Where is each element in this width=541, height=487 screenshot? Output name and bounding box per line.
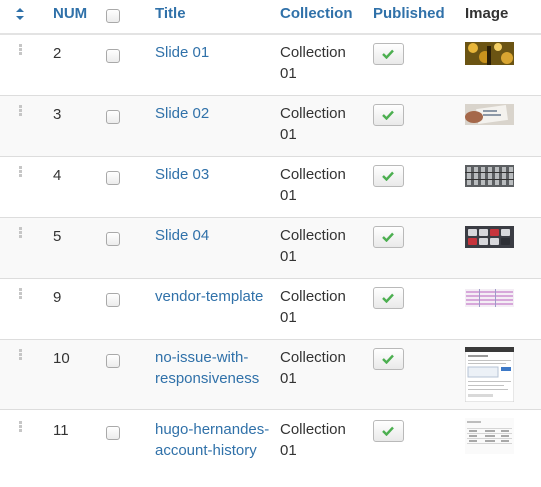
table-row: 4 Slide 03 Collection 01	[0, 157, 541, 218]
row-checkbox[interactable]	[106, 354, 120, 368]
row-title-link[interactable]: Slide 04	[155, 225, 270, 246]
row-num: 4	[53, 167, 62, 184]
row-checkbox[interactable]	[106, 110, 120, 124]
checkmark-icon	[382, 426, 394, 436]
row-checkbox[interactable]	[106, 232, 120, 246]
row-num: 9	[53, 289, 62, 306]
row-num: 3	[53, 106, 62, 123]
webpage-screenshot-thumbnail[interactable]	[465, 347, 514, 402]
row-checkbox[interactable]	[106, 426, 120, 440]
row-checkbox[interactable]	[106, 49, 120, 63]
checkmark-icon	[382, 171, 394, 181]
table-row: 2 Slide 01 Collection 01	[0, 35, 541, 96]
column-header-title[interactable]: Title	[155, 5, 186, 22]
row-checkbox[interactable]	[106, 171, 120, 185]
table-row: 11 hugo-hernandes-account-history Collec…	[0, 410, 541, 487]
checkmark-icon	[382, 354, 394, 364]
table-row: 10 no-issue-with-responsiveness Collecti…	[0, 340, 541, 410]
account-table-thumbnail[interactable]	[465, 418, 514, 454]
sort-icon[interactable]	[15, 6, 25, 22]
published-toggle-button[interactable]	[373, 287, 404, 309]
checkmark-icon	[382, 232, 394, 242]
building-facade-thumbnail[interactable]	[465, 165, 514, 187]
row-title-link[interactable]: Slide 03	[155, 164, 270, 185]
checkmark-icon	[382, 49, 394, 59]
table-row: 9 vendor-template Collection 01	[0, 279, 541, 340]
checkmark-icon	[382, 293, 394, 303]
row-collection: Collection 01	[280, 166, 346, 204]
table-row: 5 Slide 04 Collection 01	[0, 218, 541, 279]
published-toggle-button[interactable]	[373, 348, 404, 370]
row-collection: Collection 01	[280, 227, 346, 265]
row-collection: Collection 01	[280, 288, 346, 326]
checkmark-icon	[382, 110, 394, 120]
row-num: 2	[53, 45, 62, 62]
row-num: 5	[53, 228, 62, 245]
drag-handle-icon[interactable]	[19, 227, 23, 240]
published-toggle-button[interactable]	[373, 165, 404, 187]
row-collection: Collection 01	[280, 105, 346, 143]
published-toggle-button[interactable]	[373, 420, 404, 442]
row-num: 11	[53, 422, 69, 439]
drag-handle-icon[interactable]	[19, 288, 23, 301]
drag-handle-icon[interactable]	[19, 44, 23, 57]
drag-handle-icon[interactable]	[19, 421, 23, 434]
row-title-link[interactable]: Slide 01	[155, 42, 270, 63]
drag-handle-icon[interactable]	[19, 349, 23, 362]
row-collection: Collection 01	[280, 44, 346, 82]
drag-handle-icon[interactable]	[19, 105, 23, 118]
hand-document-thumbnail[interactable]	[465, 104, 514, 125]
select-all-checkbox[interactable]	[106, 9, 120, 23]
row-num: 10	[53, 350, 70, 367]
calculator-thumbnail[interactable]	[465, 226, 514, 248]
row-title-link[interactable]: hugo-hernandes-account-history	[155, 419, 270, 461]
spreadsheet-thumbnail[interactable]	[465, 289, 514, 307]
row-collection: Collection 01	[280, 421, 346, 459]
row-title-link[interactable]: vendor-template	[155, 286, 270, 307]
row-checkbox[interactable]	[106, 293, 120, 307]
drag-handle-icon[interactable]	[19, 166, 23, 179]
table-row: 3 Slide 02 Collection 01	[0, 96, 541, 157]
table-header: NUM Title Collection Published Image	[0, 0, 541, 35]
column-header-num[interactable]: NUM	[53, 5, 87, 22]
column-header-published[interactable]: Published	[373, 5, 445, 22]
golden-bokeh-thumbnail[interactable]	[465, 42, 514, 65]
published-toggle-button[interactable]	[373, 43, 404, 65]
row-title-link[interactable]: no-issue-with-responsiveness	[155, 347, 270, 389]
published-toggle-button[interactable]	[373, 226, 404, 248]
row-title-link[interactable]: Slide 02	[155, 103, 270, 124]
published-toggle-button[interactable]	[373, 104, 404, 126]
column-header-image: Image	[465, 5, 509, 22]
column-header-collection[interactable]: Collection	[280, 5, 353, 22]
row-collection: Collection 01	[280, 349, 346, 387]
